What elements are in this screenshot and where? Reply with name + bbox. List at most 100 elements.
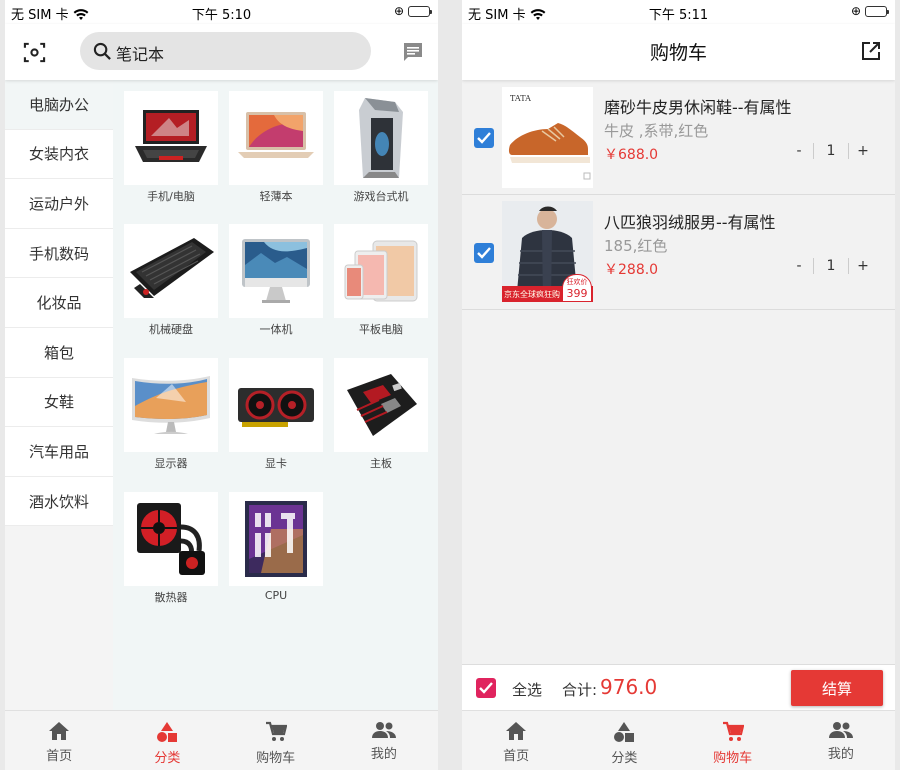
cart-header: 购物车 [462, 24, 895, 80]
category-item-car-supplies[interactable]: 汽车用品 [5, 427, 113, 477]
decrement-button[interactable]: - [785, 143, 813, 159]
total-value: 976.0 [600, 675, 658, 699]
battery-icon [408, 5, 432, 17]
share-icon[interactable] [861, 41, 881, 61]
tab-mine[interactable]: 我的 [787, 711, 895, 770]
product-gaming-desktop[interactable]: 游戏台式机 [334, 91, 428, 204]
shoe-image: TATA [502, 87, 593, 188]
select-all-label[interactable]: 全选 [512, 679, 542, 700]
tab-mine[interactable]: 我的 [330, 711, 438, 770]
check-icon [477, 247, 491, 259]
item-title: 八匹狼羽绒服男--有属性 [604, 213, 776, 232]
decrement-button[interactable]: - [785, 258, 813, 274]
increment-button[interactable]: + [849, 143, 877, 159]
motherboard-image [347, 374, 417, 436]
check-icon [477, 132, 491, 144]
tab-category[interactable]: 分类 [570, 711, 678, 770]
item-price: ￥688.0 [604, 147, 659, 163]
cart-item: 京东全球疯狂购 狂欢价 399 八匹狼羽绒服男--有属性 185,红色 ￥288… [462, 195, 895, 310]
item-title: 磨砂牛皮男休闲鞋--有属性 [604, 98, 792, 117]
rotation-lock-icon: ⊕ [393, 4, 404, 18]
category-item-sports-outdoor[interactable]: 运动户外 [5, 179, 113, 229]
cart-screen: 无 SIM 卡 下午 5:11 ⊕ 购物车 TATA 磨砂牛皮男休闲鞋--有属性… [462, 0, 895, 770]
mechanical-keyboard-image [130, 238, 214, 298]
product-mechanical-keyboard[interactable]: 机械硬盘 [124, 224, 218, 337]
check-icon [479, 682, 493, 694]
search-text: 笔记本 [116, 45, 165, 64]
brand-logo: TATA [510, 94, 531, 103]
thin-laptop-image [238, 112, 314, 158]
category-sidebar: 电脑办公 女装内衣 运动户外 手机数码 化妆品 箱包 女鞋 汽车用品 酒水饮料 [5, 80, 113, 710]
graphics-card-image [238, 388, 314, 427]
search-input[interactable]: 笔记本 [80, 32, 371, 70]
tab-cart[interactable]: 购物车 [222, 711, 330, 770]
item-price: ￥288.0 [604, 262, 659, 278]
page-title: 购物车 [649, 42, 707, 64]
battery-icon [865, 5, 889, 17]
promo-price: 399 [566, 287, 588, 300]
select-all-checkbox[interactable] [476, 678, 496, 698]
clock: 下午 5:10 [191, 8, 252, 23]
search-header: 笔记本 [5, 24, 438, 80]
quantity-stepper: - 1 + [785, 143, 877, 159]
increment-button[interactable]: + [849, 258, 877, 274]
checkout-button[interactable]: 结算 [791, 670, 883, 706]
item-checkbox[interactable] [474, 243, 494, 263]
quantity-value[interactable]: 1 [813, 143, 849, 159]
status-bar: 无 SIM 卡 下午 5:10 ⊕ [5, 0, 438, 24]
item-checkbox[interactable] [474, 128, 494, 148]
status-bar: 无 SIM 卡 下午 5:11 ⊕ [462, 0, 895, 24]
category-icon [614, 722, 635, 742]
gaming-laptop-image [135, 110, 207, 162]
quantity-stepper: - 1 + [785, 258, 877, 274]
category-item-cosmetics[interactable]: 化妆品 [5, 278, 113, 328]
tab-home[interactable]: 首页 [462, 711, 570, 770]
category-item-bags[interactable]: 箱包 [5, 327, 113, 378]
product-tablet[interactable]: 平板电脑 [334, 224, 428, 337]
rotation-lock-icon: ⊕ [850, 4, 861, 18]
message-icon[interactable] [402, 41, 424, 63]
product-graphics-card[interactable]: 显卡 [229, 358, 323, 471]
product-image[interactable]: TATA [502, 87, 593, 188]
tab-cart[interactable]: 购物车 [679, 711, 787, 770]
cart-icon [722, 721, 744, 741]
home-icon [49, 722, 70, 740]
product-motherboard[interactable]: 主板 [334, 358, 428, 471]
scan-icon[interactable] [23, 41, 46, 64]
search-icon [93, 42, 111, 60]
all-in-one-image [242, 239, 310, 303]
product-grid: 手机/电脑 轻薄本 游戏台式机 机械硬盘 一体机 平板电脑 显示器 显卡 主板 … [113, 80, 438, 710]
people-icon [371, 722, 396, 738]
total-label: 合计: [562, 681, 598, 699]
item-attributes: 185,红色 [604, 237, 668, 255]
product-cpu[interactable]: CPU [229, 492, 323, 602]
monitor-image [132, 376, 210, 434]
tab-home[interactable]: 首页 [5, 711, 113, 770]
category-item-drinks[interactable]: 酒水饮料 [5, 476, 113, 527]
tablet-image [344, 240, 418, 302]
gaming-desktop-image [359, 98, 403, 178]
tab-category[interactable]: 分类 [113, 711, 221, 770]
quantity-value[interactable]: 1 [813, 258, 849, 274]
cart-icon [265, 721, 287, 741]
product-all-in-one[interactable]: 一体机 [229, 224, 323, 337]
category-item-womens-shoes[interactable]: 女鞋 [5, 377, 113, 428]
product-thin-laptop[interactable]: 轻薄本 [229, 91, 323, 204]
category-item-phones-digital[interactable]: 手机数码 [5, 228, 113, 279]
category-screen: 无 SIM 卡 下午 5:10 ⊕ 笔记本 电脑办公 女装内衣 运动户外 手机数… [5, 0, 438, 770]
category-item-computer-office[interactable]: 电脑办公 [5, 80, 113, 130]
product-cooler[interactable]: 散热器 [124, 492, 218, 605]
cooler-image [137, 503, 205, 575]
tab-bar: 首页 分类 购物车 我的 [462, 710, 895, 770]
item-attributes: 牛皮 ,系带,红色 [604, 122, 709, 140]
cart-item: TATA 磨砂牛皮男休闲鞋--有属性 牛皮 ,系带,红色 ￥688.0 - 1 … [462, 80, 895, 195]
category-item-womens-clothing[interactable]: 女装内衣 [5, 129, 113, 180]
cart-footer: 全选 合计: 976.0 结算 [462, 664, 895, 710]
product-monitor[interactable]: 显示器 [124, 358, 218, 471]
promo-tag: 狂欢价 [566, 278, 588, 286]
product-image[interactable]: 京东全球疯狂购 狂欢价 399 [502, 201, 593, 302]
tab-bar: 首页 分类 购物车 我的 [5, 710, 438, 770]
category-icon [157, 722, 178, 742]
cpu-image [245, 501, 307, 577]
product-gaming-laptop[interactable]: 手机/电脑 [124, 91, 218, 204]
